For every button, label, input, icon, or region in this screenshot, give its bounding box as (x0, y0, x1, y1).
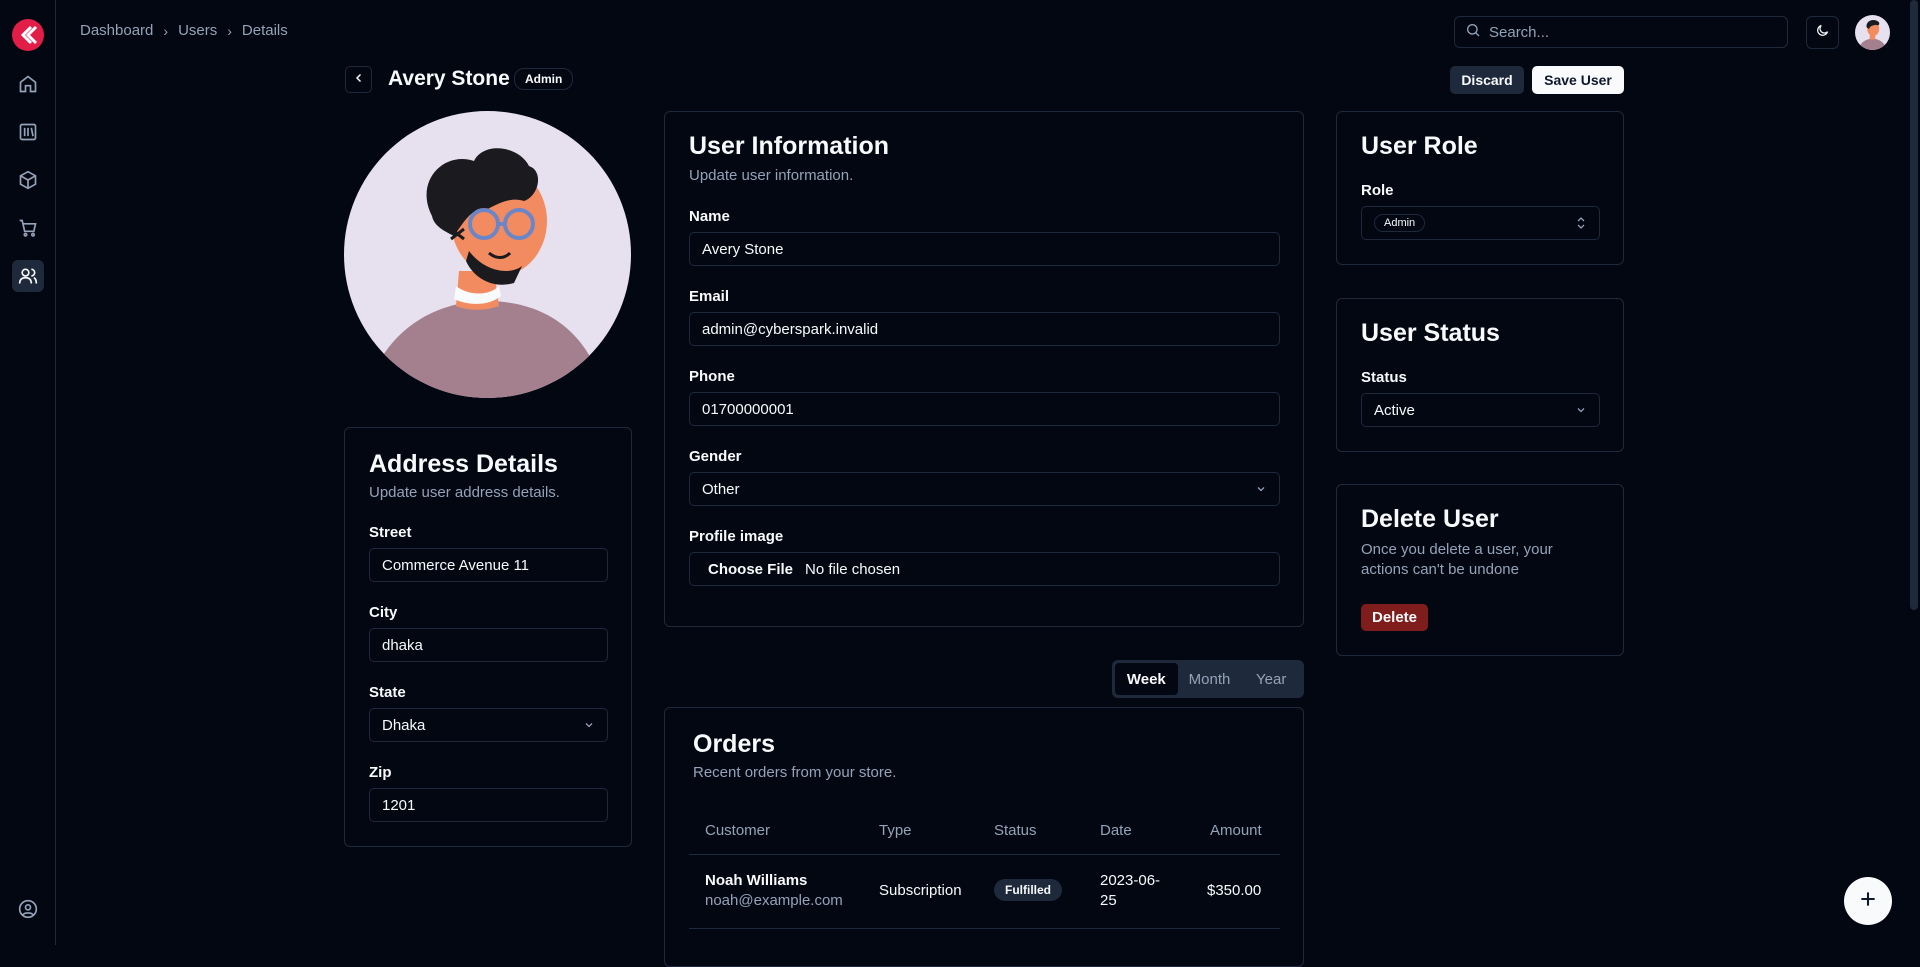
discard-button[interactable]: Discard (1450, 66, 1524, 94)
account-icon[interactable] (12, 893, 44, 925)
city-label: City (369, 604, 398, 621)
profile-image-file-input[interactable]: Choose File No file chosen (689, 552, 1280, 586)
column-date: Date (1100, 822, 1132, 839)
chevron-down-icon (583, 719, 595, 731)
breadcrumb-users[interactable]: Users (178, 22, 217, 39)
add-button[interactable] (1844, 877, 1892, 925)
customer-email: noah@example.com (705, 892, 843, 909)
column-status: Status (994, 822, 1037, 839)
order-amount: $350.00 (1207, 882, 1262, 899)
order-date-line2: 25 (1100, 892, 1117, 909)
logo-icon[interactable] (12, 19, 44, 51)
column-type: Type (879, 822, 912, 839)
save-user-button[interactable]: Save User (1532, 66, 1624, 94)
table-divider (689, 854, 1280, 855)
cart-icon[interactable] (12, 212, 44, 244)
column-amount: Amount (1210, 822, 1262, 839)
gender-label: Gender (689, 448, 742, 465)
home-icon[interactable] (12, 68, 44, 100)
moon-icon (1815, 23, 1830, 43)
address-card-title: Address Details (369, 450, 558, 478)
choose-file-button[interactable]: Choose File (708, 561, 793, 578)
back-button[interactable] (345, 66, 372, 93)
name-label: Name (689, 208, 730, 225)
tab-year[interactable]: Year (1241, 663, 1301, 695)
street-field[interactable]: Commerce Avenue 11 (369, 548, 608, 582)
delete-description-line2: actions can't be undone (1361, 561, 1519, 578)
state-select[interactable]: Dhaka (369, 708, 608, 742)
breadcrumb-details[interactable]: Details (242, 22, 288, 39)
city-field[interactable]: dhaka (369, 628, 608, 662)
gender-select[interactable]: Other (689, 472, 1280, 506)
table-divider (689, 928, 1280, 929)
zip-label: Zip (369, 764, 392, 781)
user-avatar[interactable] (1855, 15, 1890, 50)
role-badge: Admin (514, 68, 574, 90)
role-card-title: User Role (1361, 132, 1478, 160)
page-title: Avery Stone (388, 67, 510, 90)
user-info-description: Update user information. (689, 167, 854, 184)
orders-description: Recent orders from your store. (693, 764, 897, 781)
order-date-line1: 2023-06- (1100, 872, 1161, 889)
search-input[interactable]: Search... (1454, 16, 1788, 48)
tab-month[interactable]: Month (1180, 663, 1240, 695)
chevrons-updown-icon (1575, 216, 1587, 230)
order-type: Subscription (879, 882, 962, 899)
role-label: Role (1361, 182, 1394, 199)
name-field[interactable]: Avery Stone (689, 232, 1280, 266)
plus-icon (1858, 889, 1878, 914)
sidebar (0, 0, 56, 945)
breadcrumb: Dashboard › Users › Details (80, 22, 288, 39)
user-information-card: User Information Update user information… (664, 111, 1304, 627)
address-card-description: Update user address details. (369, 484, 560, 501)
tab-week[interactable]: Week (1115, 663, 1178, 695)
orders-title: Orders (693, 730, 775, 758)
delete-user-button[interactable]: Delete (1361, 604, 1428, 631)
chevron-down-icon (1255, 483, 1267, 495)
file-status: No file chosen (805, 560, 901, 578)
gender-value: Other (702, 480, 740, 498)
role-value-badge: Admin (1374, 214, 1426, 232)
page-scrollbar[interactable] (1910, 0, 1918, 610)
chevron-down-icon (1575, 404, 1587, 416)
search-icon (1465, 22, 1481, 42)
profile-image-label: Profile image (689, 528, 784, 545)
theme-toggle-button[interactable] (1806, 16, 1839, 49)
email-label: Email (689, 288, 730, 305)
library-icon[interactable] (12, 116, 44, 148)
period-tabs: Week Month Year (1112, 660, 1304, 698)
email-field[interactable]: admin@cyberspark.invalid (689, 312, 1280, 346)
role-select[interactable]: Admin (1361, 206, 1600, 240)
state-label: State (369, 684, 406, 701)
profile-avatar-image (344, 111, 631, 398)
chevron-left-icon (353, 71, 365, 89)
users-icon[interactable] (12, 260, 44, 292)
package-icon[interactable] (12, 164, 44, 196)
delete-card-title: Delete User (1361, 505, 1499, 533)
status-select[interactable]: Active (1361, 393, 1600, 427)
user-role-card: User Role Role Admin (1336, 111, 1624, 265)
status-badge: Fulfilled (994, 879, 1062, 901)
phone-label: Phone (689, 368, 735, 385)
status-label: Status (1361, 369, 1407, 386)
street-label: Street (369, 524, 412, 541)
chevron-right-icon: › (227, 22, 232, 39)
search-placeholder: Search... (1489, 23, 1550, 41)
phone-field[interactable]: 01700000001 (689, 392, 1280, 426)
breadcrumb-dashboard[interactable]: Dashboard (80, 22, 153, 39)
status-value: Active (1374, 401, 1415, 419)
status-card-title: User Status (1361, 319, 1500, 347)
address-details-card: Address Details Update user address deta… (344, 427, 632, 847)
column-customer: Customer (705, 822, 771, 839)
state-value: Dhaka (382, 716, 426, 734)
delete-description-line1: Once you delete a user, your (1361, 541, 1553, 558)
user-info-title: User Information (689, 132, 890, 160)
customer-name: Noah Williams (705, 872, 808, 889)
chevron-right-icon: › (163, 22, 169, 39)
zip-field[interactable]: 1201 (369, 788, 608, 822)
user-status-card: User Status Status Active (1336, 298, 1624, 452)
